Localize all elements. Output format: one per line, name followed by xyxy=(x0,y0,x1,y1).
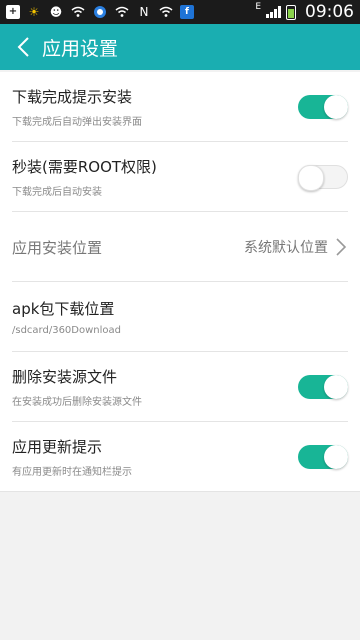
setting-install-prompt[interactable]: 下载完成提示安装 下载完成后自动弹出安装界面 xyxy=(0,72,360,142)
delete-source-toggle[interactable] xyxy=(298,375,348,399)
clock: 09:06 xyxy=(305,2,354,22)
browser-icon xyxy=(92,4,108,20)
install-prompt-toggle[interactable] xyxy=(298,95,348,119)
setting-title: 应用更新提示 xyxy=(12,438,103,456)
settings-list: 下载完成提示安装 下载完成后自动弹出安装界面 秒装(需要ROOT权限) 下载完成… xyxy=(0,72,360,492)
signal-icon xyxy=(266,6,281,18)
chevron-left-icon xyxy=(17,37,29,57)
sun-icon: ☀ xyxy=(28,5,40,19)
setting-install-location[interactable]: 应用安装位置 系统默认位置 xyxy=(0,212,360,282)
update-notification-toggle[interactable] xyxy=(298,445,348,469)
notification-icons: + ☀ ☻ N f xyxy=(6,4,255,20)
app-header: 应用设置 xyxy=(0,24,360,70)
setting-update-notification[interactable]: 应用更新提示 有应用更新时在通知栏提示 xyxy=(0,422,360,492)
setting-title: 秒装(需要ROOT权限) xyxy=(12,158,157,176)
setting-title: 删除安装源文件 xyxy=(12,368,118,386)
setting-title: apk包下载位置 xyxy=(12,300,115,318)
wifi-icon xyxy=(114,4,130,20)
page-title: 应用设置 xyxy=(42,37,119,60)
network-type-label: E xyxy=(255,2,261,12)
install-location-value: 系统默认位置 xyxy=(244,240,328,256)
nfc-icon: N xyxy=(139,5,149,19)
system-status: E 09:06 xyxy=(255,2,354,22)
setting-title: 应用安装位置 xyxy=(12,238,103,257)
setting-subtitle: 有应用更新时在通知栏提示 xyxy=(12,467,132,478)
setting-instant-install[interactable]: 秒装(需要ROOT权限) 下载完成后自动安装 xyxy=(0,142,360,212)
wifi-icon xyxy=(158,4,174,20)
wifi-icon xyxy=(70,4,86,20)
setting-subtitle: /sdcard/360Download xyxy=(12,325,121,336)
back-button[interactable] xyxy=(10,32,36,62)
add-icon: + xyxy=(6,5,20,19)
status-bar: + ☀ ☻ N f E 09:06 xyxy=(0,0,360,24)
setting-subtitle: 在安装成功后删除安装源文件 xyxy=(12,397,142,408)
setting-subtitle: 下载完成后自动安装 xyxy=(12,187,102,198)
setting-subtitle: 下载完成后自动弹出安装界面 xyxy=(12,117,142,128)
assistant-icon: ☻ xyxy=(49,5,63,19)
setting-delete-source[interactable]: 删除安装源文件 在安装成功后删除安装源文件 xyxy=(0,352,360,422)
setting-title: 下载完成提示安装 xyxy=(12,88,133,106)
setting-apk-download-location[interactable]: apk包下载位置 /sdcard/360Download xyxy=(0,282,360,352)
battery-icon xyxy=(286,4,296,20)
instant-install-toggle[interactable] xyxy=(298,165,348,191)
chevron-right-icon xyxy=(336,238,347,256)
app-icon: f xyxy=(180,5,194,19)
